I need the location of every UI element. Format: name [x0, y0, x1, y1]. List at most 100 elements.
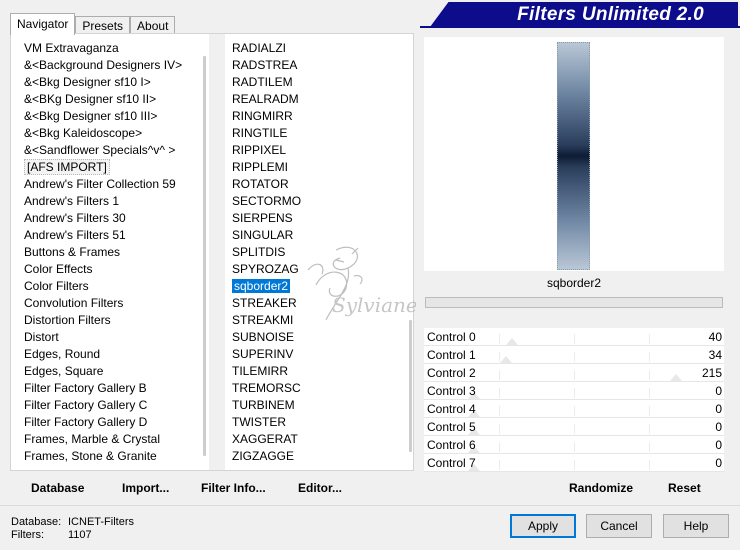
slider-tick	[574, 334, 575, 344]
category-item[interactable]: Andrew's Filter Collection 59	[21, 176, 201, 193]
category-label: Color Filters	[24, 279, 89, 293]
status-database: Database: ICNET-Filters	[11, 516, 134, 528]
control-slider-4[interactable]: Control 4 0	[424, 400, 724, 418]
slider-tick	[649, 460, 650, 470]
category-item[interactable]: &<Sandflower Specials^v^ >	[21, 142, 201, 159]
filter-label: ZIGZAGGE	[232, 449, 295, 463]
randomize-button[interactable]: Randomize	[569, 481, 633, 495]
category-label: Frames, Textured	[24, 466, 117, 468]
slider-thumb[interactable]	[499, 356, 512, 363]
category-item[interactable]: &<Bkg Designer sf10 III>	[21, 108, 201, 125]
control-value: 40	[708, 330, 722, 344]
filter-item[interactable]: XAGGERAT	[229, 431, 409, 448]
slider-thumb[interactable]	[505, 338, 518, 345]
filter-item[interactable]: SUBNOISE	[229, 329, 409, 346]
category-item[interactable]: [AFS IMPORT]	[21, 159, 201, 176]
category-list[interactable]: VM Extravaganza &<Background Designers IV…	[21, 40, 201, 468]
filter-item[interactable]: TILEMIRR	[229, 363, 409, 380]
control-value: 0	[715, 438, 722, 452]
category-label: Convolution Filters	[24, 296, 124, 310]
control-label: Control 4	[427, 402, 476, 416]
import-button[interactable]: Import...	[122, 481, 169, 495]
filter-item[interactable]: SIERPENS	[229, 210, 409, 227]
category-item[interactable]: Edges, Round	[21, 346, 201, 363]
category-item[interactable]: Frames, Textured	[21, 465, 201, 468]
category-item[interactable]: Frames, Stone & Granite	[21, 448, 201, 465]
category-item[interactable]: Distort	[21, 329, 201, 346]
control-slider-6[interactable]: Control 6 0	[424, 436, 724, 454]
category-label: Andrew's Filters 51	[24, 228, 126, 242]
filter-label: REALRADM	[232, 92, 299, 106]
category-item[interactable]: Filter Factory Gallery C	[21, 397, 201, 414]
control-slider-3[interactable]: Control 3 0	[424, 382, 724, 400]
slider-tick	[574, 370, 575, 380]
category-item[interactable]: Buttons & Frames	[21, 244, 201, 261]
control-value: 0	[715, 420, 722, 434]
category-item[interactable]: &<Bkg Kaleidoscope>	[21, 125, 201, 142]
control-slider-2[interactable]: Control 2 215	[424, 364, 724, 382]
filter-info-button[interactable]: Filter Info...	[201, 481, 266, 495]
filter-item[interactable]: ZIGZAGGE	[229, 448, 409, 465]
category-item[interactable]: Andrew's Filters 1	[21, 193, 201, 210]
filter-item[interactable]: TWISTER	[229, 414, 409, 431]
control-label: Control 7	[427, 456, 476, 470]
category-item[interactable]: &<Background Designers IV>	[21, 57, 201, 74]
category-item[interactable]: VM Extravaganza	[21, 40, 201, 57]
category-label: Frames, Marble & Crystal	[24, 432, 161, 446]
category-item[interactable]: Edges, Square	[21, 363, 201, 380]
filter-label: SUPERINV	[232, 347, 294, 361]
category-item[interactable]: &<Bkg Designer sf10 I>	[21, 74, 201, 91]
status-separator	[0, 505, 740, 506]
banner-title: Filters Unlimited 2.0	[517, 4, 704, 25]
slider-tick	[649, 442, 650, 452]
filter-item[interactable]: REALRADM	[229, 91, 409, 108]
category-item[interactable]: Color Effects	[21, 261, 201, 278]
category-label: Andrew's Filters 30	[24, 211, 126, 225]
category-scrollbar[interactable]	[203, 56, 206, 456]
category-item[interactable]: Filter Factory Gallery D	[21, 414, 201, 431]
filter-item[interactable]: RIPPLEMI	[229, 159, 409, 176]
filter-item[interactable]: RADTILEM	[229, 74, 409, 91]
cancel-button[interactable]: Cancel	[586, 514, 652, 538]
filter-item[interactable]: SUPERINV	[229, 346, 409, 363]
control-slider-0[interactable]: Control 0 40	[424, 328, 724, 346]
database-button[interactable]: Database	[31, 481, 84, 495]
slider-thumb[interactable]	[670, 374, 683, 381]
filter-label: XAGGERAT	[232, 432, 298, 446]
reset-button[interactable]: Reset	[668, 481, 701, 495]
control-slider-5[interactable]: Control 5 0	[424, 418, 724, 436]
category-item[interactable]: &<BKg Designer sf10 II>	[21, 91, 201, 108]
filter-label: RADSTREA	[232, 58, 298, 72]
filter-label: RINGTILE	[232, 126, 288, 140]
filter-item[interactable]: SECTORMO	[229, 193, 409, 210]
category-item[interactable]: Distortion Filters	[21, 312, 201, 329]
category-label: Andrew's Filter Collection 59	[24, 177, 176, 191]
filter-item[interactable]: TURBINEM	[229, 397, 409, 414]
category-label: &<Bkg Designer sf10 III>	[24, 109, 158, 123]
filter-item[interactable]: RADIALZI	[229, 40, 409, 57]
tab-navigator[interactable]: Navigator	[10, 13, 76, 35]
category-label: Edges, Square	[24, 364, 104, 378]
category-item[interactable]: Convolution Filters	[21, 295, 201, 312]
control-slider-7[interactable]: Control 7 0	[424, 454, 724, 472]
apply-button[interactable]: Apply	[510, 514, 576, 538]
help-button[interactable]: Help	[663, 514, 729, 538]
filter-item[interactable]: RADSTREA	[229, 57, 409, 74]
slider-tick	[649, 334, 650, 344]
watermark-signature: Sylviane	[307, 246, 416, 321]
filter-item[interactable]: TREMORSC	[229, 380, 409, 397]
category-item[interactable]: Filter Factory Gallery B	[21, 380, 201, 397]
category-item[interactable]: Andrew's Filters 30	[21, 210, 201, 227]
filter-scrollbar[interactable]	[409, 320, 412, 452]
filter-item[interactable]: RINGTILE	[229, 125, 409, 142]
filter-item[interactable]: RIPPIXEL	[229, 142, 409, 159]
category-item[interactable]: Andrew's Filters 51	[21, 227, 201, 244]
editor-button[interactable]: Editor...	[298, 481, 342, 495]
control-slider-1[interactable]: Control 1 34	[424, 346, 724, 364]
filter-item[interactable]: RINGMIRR	[229, 108, 409, 125]
category-label: VM Extravaganza	[24, 41, 119, 55]
category-item[interactable]: Frames, Marble & Crystal	[21, 431, 201, 448]
filter-item[interactable]: ROTATOR	[229, 176, 409, 193]
category-item[interactable]: Color Filters	[21, 278, 201, 295]
slider-tick	[574, 388, 575, 398]
